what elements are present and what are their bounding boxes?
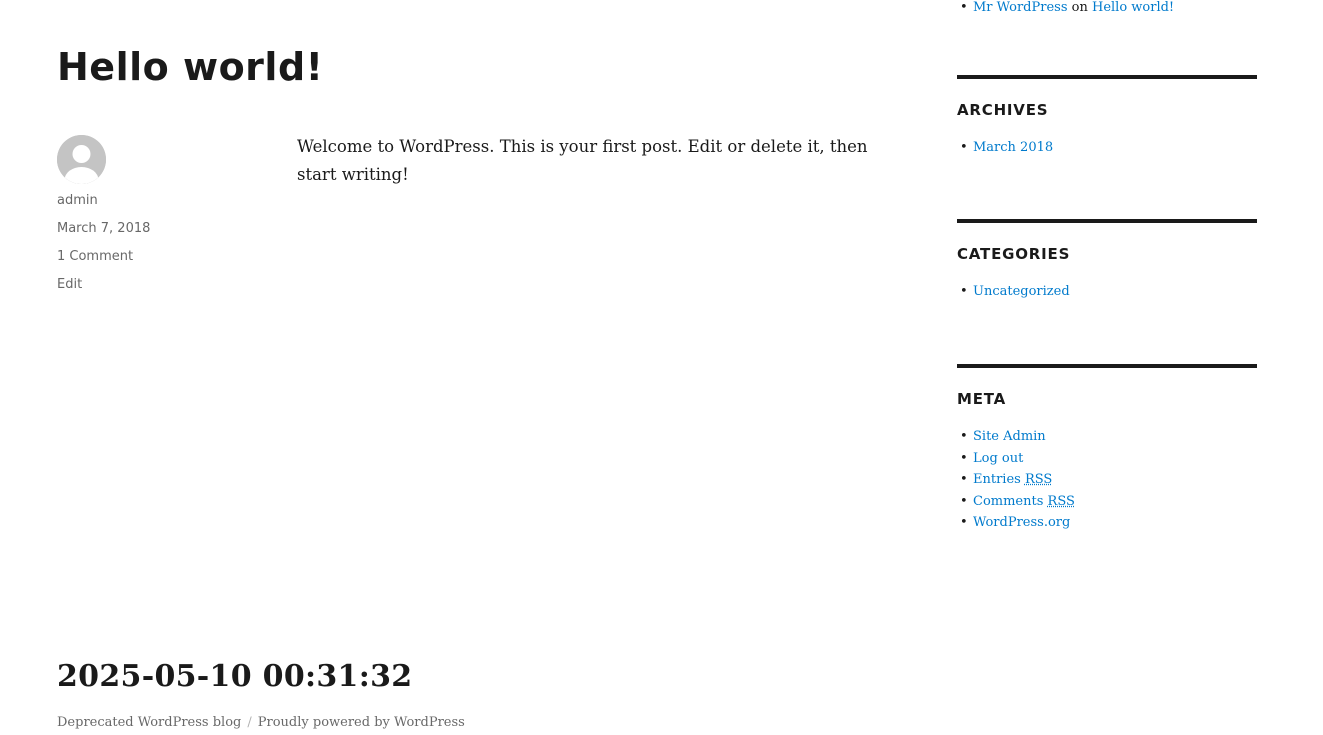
post-title[interactable]: Hello world! — [57, 44, 323, 90]
category-link-uncategorized[interactable]: Uncategorized — [973, 284, 1070, 299]
recent-comment-author-link[interactable]: Mr WordPress — [973, 0, 1068, 15]
meta-item: Entries RSS — [957, 469, 1257, 491]
comments-rss-link[interactable]: Comments RSS — [973, 494, 1075, 509]
meta-item: WordPress.org — [957, 512, 1257, 534]
post-content: Welcome to WordPress. This is your first… — [297, 137, 868, 184]
blog-name-link[interactable]: Deprecated WordPress blog — [57, 715, 241, 730]
categories-list: Uncategorized — [957, 281, 1257, 303]
archive-item: March 2018 — [957, 137, 1257, 159]
comments-label: Comments — [973, 493, 1044, 509]
post-date-link[interactable]: March 7, 2018 — [57, 221, 150, 237]
meta-list: Site Admin Log out Entries RSS Comments … — [957, 426, 1257, 534]
footer-timestamp: 2025-05-10 00:31:32 — [57, 659, 413, 694]
site-admin-link[interactable]: Site Admin — [973, 429, 1046, 444]
post-author-link[interactable]: admin — [57, 193, 98, 209]
recent-comments-list: Mr WordPress on Hello world! — [957, 0, 1257, 19]
meta-title: META — [957, 390, 1007, 408]
meta-item: Comments RSS — [957, 491, 1257, 513]
entries-label: Entries — [973, 472, 1021, 487]
log-out-link[interactable]: Log out — [973, 451, 1023, 466]
post-edit-link[interactable]: Edit — [57, 277, 82, 293]
recent-comment-item: Mr WordPress on Hello world! — [957, 0, 1257, 19]
categories-title: CATEGORIES — [957, 245, 1071, 263]
entries-rss-link[interactable]: Entries RSS — [973, 472, 1052, 487]
author-avatar — [57, 135, 106, 184]
footer-separator: / — [247, 715, 252, 730]
meta-item: Log out — [957, 448, 1257, 470]
categories-widget: CATEGORIES Uncategorized — [957, 219, 1257, 303]
recent-comment-on-text: on — [1071, 0, 1088, 15]
wordpress-org-link[interactable]: WordPress.org — [973, 515, 1070, 530]
archive-link-march-2018[interactable]: March 2018 — [973, 140, 1053, 155]
post-comments-link[interactable]: 1 Comment — [57, 249, 133, 265]
archives-title: ARCHIVES — [957, 101, 1049, 119]
meta-widget: META Site Admin Log out Entries RSS Comm… — [957, 364, 1257, 534]
powered-by-link[interactable]: Proudly powered by WordPress — [258, 715, 465, 730]
meta-item: Site Admin — [957, 426, 1257, 448]
rss-abbr: RSS — [1047, 493, 1075, 509]
archives-list: March 2018 — [957, 137, 1257, 159]
avatar-icon — [57, 135, 106, 184]
recent-comment-post-link[interactable]: Hello world! — [1092, 0, 1174, 15]
rss-abbr: RSS — [1024, 472, 1053, 487]
site-info: Deprecated WordPress blog / Proudly powere… — [57, 714, 465, 732]
archives-widget: ARCHIVES March 2018 — [957, 75, 1257, 159]
category-item: Uncategorized — [957, 281, 1257, 303]
